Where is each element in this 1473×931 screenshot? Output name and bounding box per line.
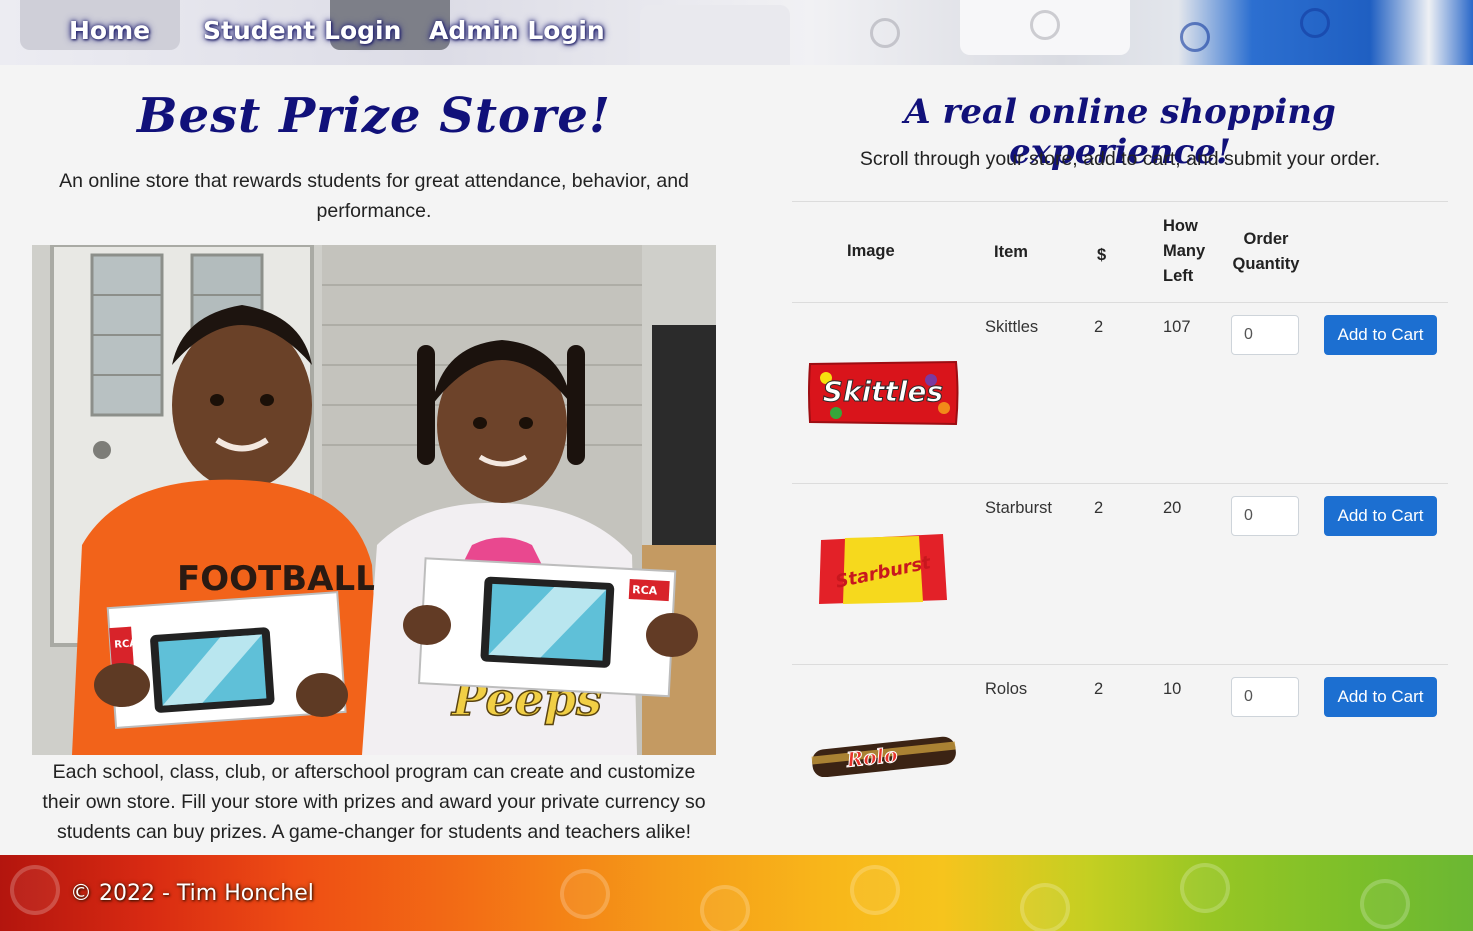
row2-rule bbox=[792, 664, 1448, 665]
footer-bg-stud bbox=[560, 869, 610, 919]
header-how-many-left: How Many Left bbox=[1163, 214, 1205, 289]
row2-add-to-cart-button[interactable]: Add to Cart bbox=[1324, 496, 1437, 536]
header-how-many-left-line1: How bbox=[1163, 217, 1198, 235]
footer-bg-stud bbox=[850, 865, 900, 915]
row3-item: Rolos bbox=[985, 680, 1028, 698]
row1-item: Skittles bbox=[985, 318, 1039, 336]
row2-quantity-input[interactable] bbox=[1231, 496, 1299, 536]
store-description: An online store that rewards students fo… bbox=[59, 170, 689, 222]
store-title: Best Prize Store! bbox=[137, 88, 611, 144]
footer-bg-stud bbox=[700, 885, 750, 931]
header-image: Image bbox=[847, 242, 895, 260]
row3-left: 10 bbox=[1163, 680, 1182, 698]
row1-price: 2 bbox=[1094, 318, 1104, 336]
nav-bg-stud bbox=[1180, 22, 1210, 52]
header-item: Item bbox=[994, 243, 1028, 261]
store-footer-description: Each school, class, club, or afterschool… bbox=[42, 761, 706, 843]
footer-bg-stud bbox=[1020, 883, 1070, 931]
footer-bar: © 2022 - Tim Honchel bbox=[0, 855, 1473, 931]
nav-bar: Home Student Login Admin Login bbox=[0, 0, 1473, 65]
box-brand-left: RCA bbox=[114, 638, 138, 651]
footer-copyright: © 2022 - Tim Honchel bbox=[70, 881, 314, 906]
header-order-quantity: Order Quantity bbox=[1231, 227, 1301, 277]
footer-bg-stud bbox=[1180, 863, 1230, 913]
nav-bg-brick bbox=[640, 5, 790, 65]
table-header-rule bbox=[792, 302, 1448, 303]
header-order-quantity-line2: Quantity bbox=[1232, 255, 1300, 273]
row2-item: Starburst bbox=[985, 499, 1052, 517]
row3-add-to-cart-button[interactable]: Add to Cart bbox=[1324, 677, 1437, 717]
header-how-many-left-line3: Left bbox=[1163, 267, 1194, 285]
nav-admin-login-link[interactable]: Admin Login bbox=[429, 16, 605, 45]
row3-quantity-input[interactable] bbox=[1231, 677, 1299, 717]
row1-rule bbox=[792, 483, 1448, 484]
table-top-rule bbox=[792, 201, 1448, 202]
shopping-description: Scroll through your store, add to cart, … bbox=[859, 148, 1381, 170]
row3-price: 2 bbox=[1094, 680, 1104, 698]
boy-shirt-text: FOOTBALL bbox=[177, 559, 377, 599]
header-price: $ bbox=[1097, 246, 1107, 264]
students-photo: FOOTBALL Peeps RCA RCA bbox=[32, 245, 716, 755]
row1-quantity-input[interactable] bbox=[1231, 315, 1299, 355]
footer-bg-stud bbox=[10, 865, 60, 915]
starburst-image: Starburst bbox=[815, 530, 949, 613]
nav-bg-stud bbox=[1030, 10, 1060, 40]
header-how-many-left-line2: Many bbox=[1163, 242, 1206, 260]
nav-bg-stud bbox=[870, 18, 900, 48]
nav-student-login-link[interactable]: Student Login bbox=[203, 16, 401, 45]
skittles-wrapper-text: Skittles bbox=[823, 375, 943, 408]
rolo-image: Rolo bbox=[808, 733, 960, 782]
nav-bg-stud bbox=[1300, 8, 1330, 38]
footer-bg-stud bbox=[1360, 879, 1410, 929]
row2-price: 2 bbox=[1094, 499, 1104, 517]
skittles-image: Skittles bbox=[806, 358, 960, 433]
nav-home-link[interactable]: Home bbox=[69, 16, 150, 45]
students-photo-illustration: FOOTBALL Peeps RCA RCA bbox=[32, 245, 716, 755]
header-order-quantity-line1: Order bbox=[1243, 230, 1289, 248]
row1-left: 107 bbox=[1163, 318, 1191, 336]
row2-left: 20 bbox=[1163, 499, 1182, 517]
row1-add-to-cart-button[interactable]: Add to Cart bbox=[1324, 315, 1437, 355]
box-brand-right: RCA bbox=[632, 583, 658, 597]
